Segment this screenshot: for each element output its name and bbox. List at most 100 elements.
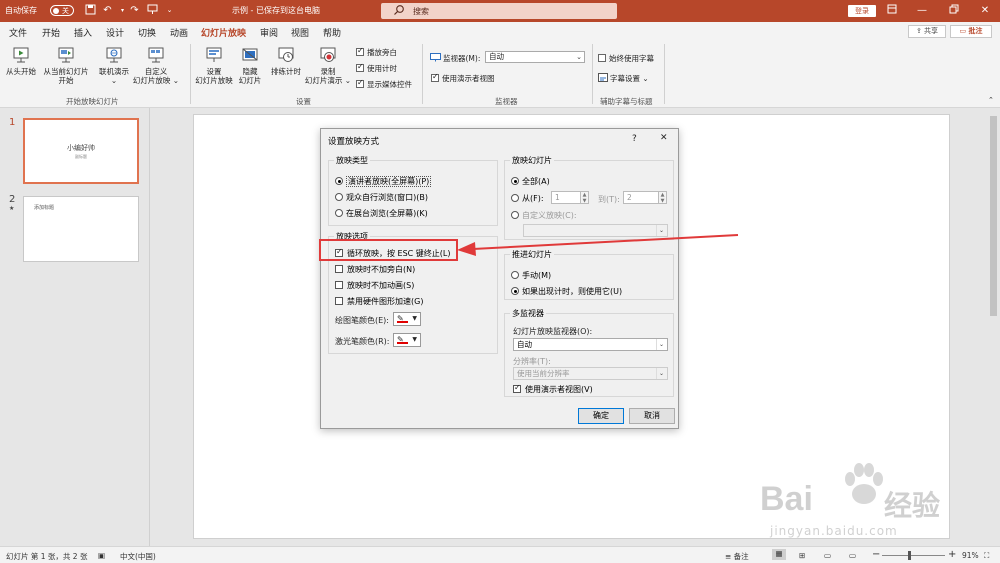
disable-hw-accel-checkbox[interactable]: 禁用硬件图形加速(G): [335, 296, 423, 307]
resolution-select[interactable]: 使用当前分辨率 ⌄: [513, 367, 668, 380]
ok-button[interactable]: 确定: [578, 408, 624, 424]
zoom-in-button[interactable]: +: [948, 549, 956, 560]
tab-review[interactable]: 审阅: [260, 26, 278, 39]
fit-to-window-icon[interactable]: ⛶: [984, 551, 989, 561]
group-label-start-show: 开始放映幻灯片: [66, 97, 119, 106]
spinner-arrows-icon[interactable]: ▲ ▼: [580, 191, 589, 204]
scrollbar-thumb[interactable]: [990, 116, 997, 316]
tab-insert[interactable]: 插入: [74, 26, 92, 39]
from-current-button[interactable]: 从当前幻灯片 开始: [40, 45, 92, 85]
slide-sorter-icon[interactable]: ⊞: [799, 551, 805, 560]
status-bar: 幻灯片 第 1 张，共 2 张 ▣ 中文(中国) ≡ 备注 ▦ ⊞ ▭ ▭ − …: [0, 546, 1000, 563]
presenter-view-checkbox[interactable]: 使用演示者视图: [431, 72, 495, 84]
help-button[interactable]: ?: [632, 134, 637, 144]
hide-slide-button[interactable]: 隐藏 幻灯片: [236, 45, 264, 85]
custom-show-button[interactable]: 自定义 幻灯片放映 ⌄: [132, 45, 180, 85]
comment-label: 批注: [968, 27, 983, 35]
tab-help[interactable]: 帮助: [323, 26, 341, 39]
online-present-button[interactable]: 联机演示 ⌄: [96, 45, 132, 85]
no-animation-checkbox[interactable]: 放映时不加动画(S): [335, 280, 414, 291]
subtitle-settings-button[interactable]: 字幕设置 ⌄: [598, 73, 649, 84]
close-icon[interactable]: ✕: [977, 4, 993, 18]
manual-radio[interactable]: 手动(M): [511, 270, 551, 281]
chevron-down-icon: ⌄: [656, 368, 666, 379]
all-slides-radio[interactable]: 全部(A): [511, 176, 550, 187]
save-icon[interactable]: [84, 4, 97, 17]
notes-label: 备注: [733, 552, 749, 561]
tab-transitions[interactable]: 切换: [138, 26, 156, 39]
to-spinner[interactable]: 2 ▲ ▼: [623, 191, 667, 204]
laser-color-label: 激光笔颜色(R):: [335, 337, 390, 346]
use-timings-checkbox[interactable]: 使用计时: [356, 62, 397, 74]
laser-color-picker[interactable]: ✎ ▼: [393, 333, 421, 347]
slideshow-start-icon[interactable]: [146, 4, 159, 17]
slide-thumbnail-1[interactable]: 小编好帅 副标题: [23, 118, 139, 184]
reading-view-icon[interactable]: ▭: [824, 551, 831, 560]
zoom-out-button[interactable]: −: [872, 549, 880, 560]
multiple-monitors-legend: 多监视器: [510, 308, 546, 319]
collapse-ribbon-icon[interactable]: ⌃: [988, 96, 994, 104]
pen-color-picker[interactable]: ✎ ▼: [393, 312, 421, 326]
tab-home[interactable]: 开始: [42, 26, 60, 39]
slide-thumbnail-2[interactable]: 添加标题: [23, 196, 139, 262]
record-slideshow-button[interactable]: 录制 幻灯片演示 ⌄: [304, 45, 352, 85]
tab-file[interactable]: 文件: [9, 26, 27, 39]
restore-icon[interactable]: [946, 4, 962, 18]
zoom-level[interactable]: 91%: [962, 551, 979, 560]
multiple-monitors-group: 多监视器 幻灯片放映监视器(O): 自动 ⌄ 分辨率(T): 使用当前分辨率 ⌄ 使…: [504, 308, 674, 397]
tab-slideshow[interactable]: 幻灯片放映: [201, 26, 247, 43]
slide-2-title: 添加标题: [34, 205, 55, 211]
browsed-window-radio[interactable]: 观众自行浏览(窗口)(B): [335, 192, 428, 203]
custom-show-radio[interactable]: 自定义放映(C):: [511, 210, 577, 221]
slideshow-view-icon[interactable]: ▭: [849, 551, 856, 560]
dialog-close-button[interactable]: ✕: [660, 133, 668, 143]
monitor-select[interactable]: 自动 ⌄: [485, 51, 585, 63]
rehearse-timings-button[interactable]: 排练计时: [268, 45, 304, 76]
show-media-controls-checkbox[interactable]: 显示媒体控件: [356, 78, 412, 90]
share-button[interactable]: ⇪ 共享: [908, 25, 946, 38]
play-narration-checkbox[interactable]: 播放旁白: [356, 46, 397, 58]
notes-button[interactable]: ≡ 备注: [725, 551, 749, 562]
presenter-radio[interactable]: 演讲者放映(全屏幕)(P): [335, 176, 432, 187]
presenter-view-dialog-label: 使用演示者视图(V): [525, 385, 593, 394]
minimize-icon[interactable]: —: [914, 4, 930, 18]
chevron-down-icon: ⌄: [576, 53, 582, 61]
tab-animations[interactable]: 动画: [170, 26, 188, 39]
normal-view-icon[interactable]: ▦: [772, 549, 786, 560]
from-radio[interactable]: 从(F):: [511, 193, 544, 204]
always-subtitles-checkbox[interactable]: 始终使用字幕: [598, 53, 654, 64]
spinner-arrows-icon[interactable]: ▲ ▼: [658, 191, 667, 204]
zoom-slider-thumb[interactable]: [908, 551, 911, 560]
tab-design[interactable]: 设计: [106, 26, 124, 39]
cancel-button[interactable]: 取消: [629, 408, 675, 424]
undo-icon[interactable]: ↶: [101, 4, 114, 17]
from-beginning-button[interactable]: 从头开始: [4, 45, 38, 76]
comment-button[interactable]: ▭ 批注: [950, 25, 992, 38]
tab-view[interactable]: 视图: [291, 26, 309, 39]
hide-slide-icon: [242, 48, 258, 61]
vertical-scrollbar[interactable]: [988, 108, 1000, 546]
presenter-view-dialog-checkbox[interactable]: 使用演示者视图(V): [513, 383, 593, 395]
from-spinner[interactable]: 1 ▲ ▼: [551, 191, 589, 204]
zoom-slider[interactable]: [882, 551, 945, 560]
use-timings-radio[interactable]: 如果出现计时，则使用它(U): [511, 286, 622, 297]
search-box[interactable]: 搜索: [381, 3, 617, 19]
kiosk-radio-label: 在展台浏览(全屏幕)(K): [346, 209, 428, 218]
slideshow-monitor-select[interactable]: 自动 ⌄: [513, 338, 668, 351]
ribbon-display-icon[interactable]: [884, 4, 900, 18]
custom-show-icon: [148, 47, 164, 63]
setup-slideshow-button[interactable]: 设置 幻灯片放映: [194, 45, 234, 85]
autosave-toggle[interactable]: 关: [50, 5, 74, 16]
login-button[interactable]: 登录: [848, 5, 876, 17]
show-type-legend: 放映类型: [334, 155, 370, 166]
checkbox-box: [598, 54, 606, 62]
show-type-group: 放映类型 演讲者放映(全屏幕)(P) 观众自行浏览(窗口)(B) 在展台浏览(全…: [328, 155, 498, 226]
accessibility-icon[interactable]: ▣: [98, 551, 105, 560]
redo-icon[interactable]: ↷: [128, 4, 141, 17]
language-status[interactable]: 中文(中国): [120, 551, 156, 562]
no-narration-checkbox[interactable]: 放映时不加旁白(N): [335, 264, 415, 275]
kiosk-radio[interactable]: 在展台浏览(全屏幕)(K): [335, 208, 428, 219]
watermark-url: jingyan.baidu.com: [770, 524, 898, 538]
dialog-title: 设置放映方式: [328, 137, 380, 147]
customize-qat-icon[interactable]: ⌄: [163, 4, 176, 17]
